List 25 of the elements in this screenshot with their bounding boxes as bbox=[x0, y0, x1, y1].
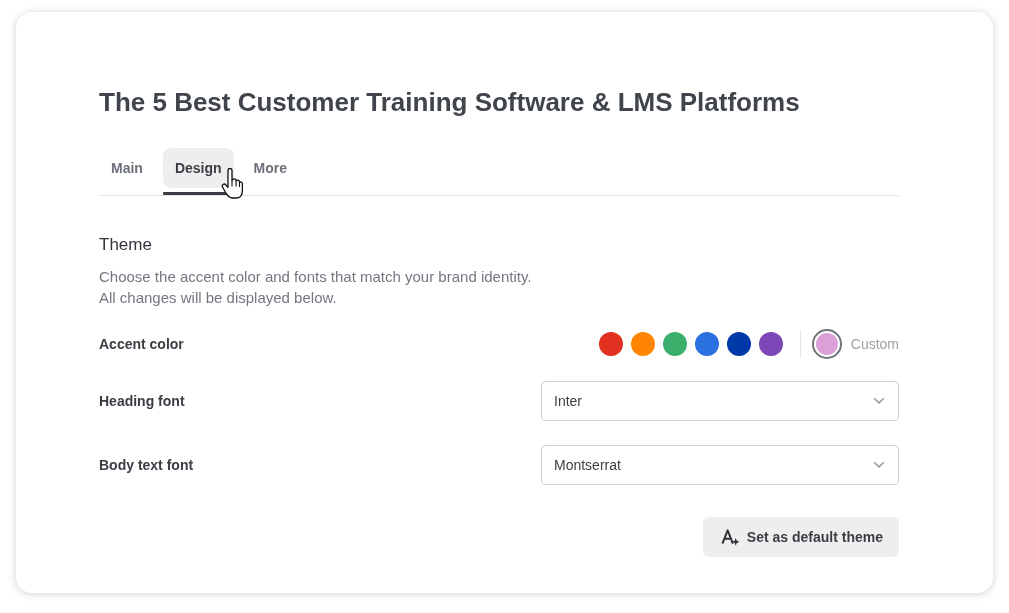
font-dropdown[interactable]: Montserrat bbox=[541, 445, 899, 485]
field-label: Body text font bbox=[99, 457, 194, 473]
color-swatch-icon[interactable] bbox=[811, 329, 842, 359]
color-swatch-icon[interactable] bbox=[694, 332, 719, 356]
color-swatch-icon[interactable] bbox=[630, 332, 655, 356]
field-label: Heading font bbox=[99, 393, 185, 409]
hand-cursor-icon bbox=[220, 168, 243, 199]
set-default-theme-button[interactable]: Set as default theme bbox=[702, 517, 899, 557]
tab[interactable]: Main bbox=[99, 148, 155, 188]
field-label: Accent color bbox=[99, 336, 184, 352]
section-heading: Theme bbox=[99, 234, 153, 256]
tab[interactable]: More bbox=[241, 148, 300, 188]
letter-sparkle-icon bbox=[720, 527, 740, 547]
color-swatch-icon[interactable] bbox=[758, 332, 783, 356]
tab[interactable]: Design bbox=[162, 148, 234, 188]
page-title: The 5 Best Customer Training Software & LMS Platforms bbox=[99, 86, 801, 118]
chevron-down-icon bbox=[874, 462, 884, 468]
custom-color-label: Custom bbox=[850, 336, 899, 352]
color-swatch-icon[interactable] bbox=[726, 332, 751, 356]
color-swatch-icon[interactable] bbox=[662, 332, 687, 356]
description-text: All changes will be displayed below. bbox=[99, 288, 337, 308]
color-swatch-icon[interactable] bbox=[598, 332, 623, 356]
chevron-down-icon bbox=[874, 398, 884, 404]
font-dropdown[interactable]: Inter bbox=[541, 381, 899, 421]
description-text: Choose the accent color and fonts that match your brand identity. bbox=[99, 267, 532, 287]
